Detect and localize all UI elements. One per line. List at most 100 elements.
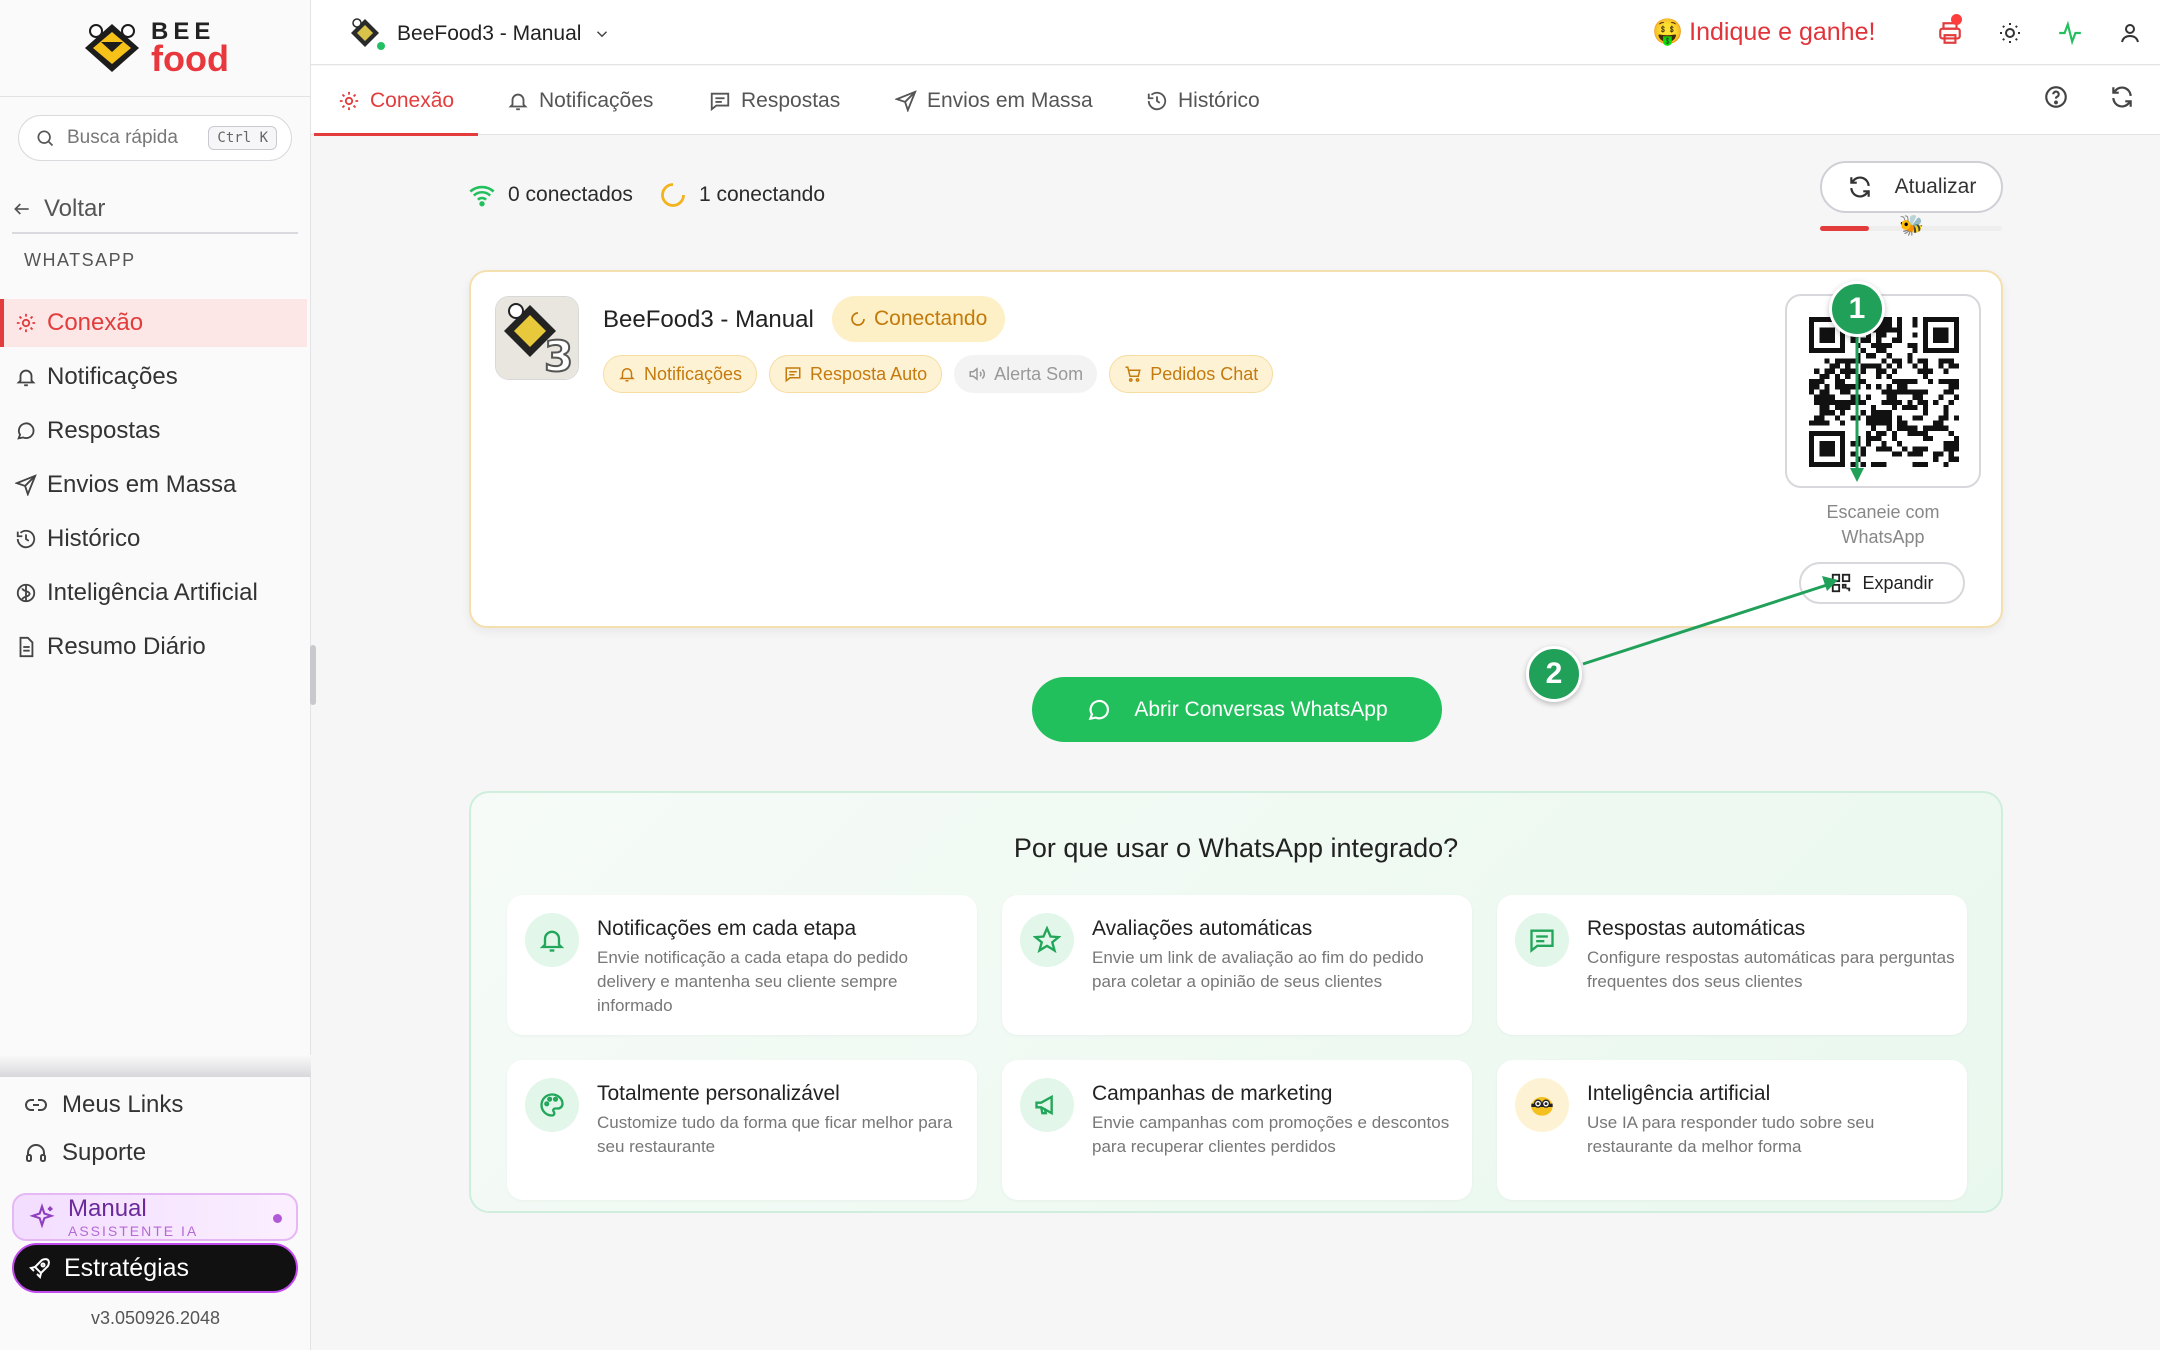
connected-stat: 0 conectados — [468, 181, 633, 209]
progress-fill — [1820, 226, 1870, 231]
connected-count: 0 conectados — [508, 183, 633, 206]
tab-envios-em-massa[interactable]: Envios em Massa — [895, 66, 1093, 135]
refresh-icon — [1849, 176, 1870, 198]
sidebar-item-respostas[interactable]: Respostas — [0, 407, 307, 455]
qr-scan-icon — [1832, 573, 1851, 593]
chip-resposta-auto[interactable]: Resposta Auto — [769, 355, 943, 393]
speaker-icon — [969, 367, 986, 381]
loader-icon — [661, 183, 685, 207]
sidebar-resize-handle[interactable] — [310, 645, 316, 705]
tab-label: Conexão — [370, 88, 455, 112]
qr-caption: Escaneie com WhatsApp — [1795, 500, 1971, 550]
feature-card: Inteligência artificial Use IA para resp… — [1497, 1060, 1967, 1200]
cart-icon — [1125, 366, 1141, 382]
link-label: Meus Links — [62, 1091, 184, 1118]
quick-search[interactable]: Busca rápida Ctrl K — [18, 115, 292, 161]
bee-icon — [1531, 1097, 1553, 1116]
activity-button[interactable] — [2040, 0, 2100, 65]
whatsapp-button-label: Abrir Conversas WhatsApp — [1134, 697, 1388, 721]
chip-pedidos-chat[interactable]: Pedidos Chat — [1109, 355, 1274, 393]
wifi-icon — [469, 185, 495, 207]
sidebar-item-label: Inteligência Artificial — [47, 579, 258, 606]
sidebar-link-suporte[interactable]: Suporte — [24, 1139, 146, 1167]
tab-notificacoes[interactable]: Notificações — [507, 66, 653, 135]
brand-logo[interactable]: BEE food — [0, 0, 310, 97]
whatsapp-icon — [1088, 699, 1110, 720]
rocket-icon — [29, 1258, 50, 1279]
sidebar-item-historico[interactable]: Histórico — [0, 515, 307, 563]
chip-label: Resposta Auto — [810, 363, 928, 384]
strategies-button[interactable]: Estratégias — [12, 1243, 298, 1293]
benefits-panel: Por que usar o WhatsApp integrado? Notif… — [469, 791, 2003, 1213]
feature-card: Notificações em cada etapa Envie notific… — [507, 895, 977, 1035]
help-button[interactable] — [2043, 84, 2069, 110]
printer-button[interactable] — [1920, 0, 1980, 65]
theme-toggle-button[interactable] — [1980, 0, 2040, 65]
sidebar-item-conexao[interactable]: Conexão — [0, 299, 307, 347]
feature-title: Notificações em cada etapa — [597, 917, 857, 940]
annotation-marker-1: 1 — [1829, 281, 1885, 337]
store-name: BeeFood3 - Manual — [397, 22, 582, 45]
tab-label: Respostas — [741, 88, 841, 112]
history-icon — [1147, 91, 1167, 110]
sidebar-item-resumo-diario[interactable]: Resumo Diário — [0, 623, 307, 671]
referral-link[interactable]: 🤑 Indique e ganhe! — [1652, 18, 1875, 47]
feature-icon-wrap — [525, 1078, 579, 1132]
bee-logo-icon — [85, 24, 140, 72]
bell-icon — [16, 369, 36, 387]
sidebar-item-label: Conexão — [47, 309, 144, 336]
chip-label: Pedidos Chat — [1150, 363, 1259, 384]
store-selector[interactable]: BeeFood3 - Manual — [349, 16, 611, 52]
feature-desc: Use IA para responder tudo sobre seu res… — [1587, 1113, 1875, 1156]
sidebar-item-notificacoes[interactable]: Notificações — [0, 353, 307, 401]
tab-bar: Conexão Notificações Respostas Envios em… — [311, 66, 2160, 136]
feature-title: Respostas automáticas — [1587, 917, 1806, 940]
chat-icon — [17, 422, 35, 440]
sidebar-item-inteligencia-artificial[interactable]: Inteligência Artificial — [0, 569, 307, 617]
headset-icon — [26, 1144, 46, 1162]
refresh-icon — [2112, 86, 2132, 108]
back-link[interactable]: Voltar — [12, 186, 298, 234]
brand-line2: food — [151, 37, 229, 79]
assistant-status-dot — [273, 1214, 282, 1223]
bell-icon — [508, 93, 528, 110]
message-square-icon — [710, 92, 730, 111]
sidebar-item-envios-em-massa[interactable]: Envios em Massa — [0, 461, 307, 509]
send-icon — [15, 474, 37, 496]
svg-text:3: 3 — [544, 332, 573, 380]
qr-code[interactable] — [1785, 294, 1981, 488]
tab-respostas[interactable]: Respostas — [709, 66, 840, 135]
search-icon — [37, 130, 54, 147]
qr-caption-line1: Escaneie com — [1826, 502, 1940, 522]
ai-assistant-button[interactable]: Manual ASSISTENTE IA — [12, 1193, 298, 1241]
bell-icon — [539, 930, 565, 952]
feature-card: Avaliações automáticas Envie um link de … — [1002, 895, 1472, 1035]
chip-notificacoes[interactable]: Notificações — [603, 355, 758, 393]
link-icon — [25, 1099, 47, 1111]
money-face-icon: 🤑 — [1652, 18, 1684, 46]
refresh-tab-button[interactable] — [2109, 84, 2135, 110]
feature-icon-wrap — [525, 913, 579, 967]
sidebar-link-meus-links[interactable]: Meus Links — [24, 1091, 183, 1119]
chip-alerta-som[interactable]: Alerta Som — [954, 355, 1098, 393]
gear-icon — [339, 91, 359, 110]
qr-caption-line2: WhatsApp — [1841, 527, 1925, 547]
feature-desc: Customize tudo da forma que ficar melhor… — [597, 1113, 953, 1156]
send-icon — [895, 89, 917, 112]
expand-label: Expandir — [1862, 572, 1934, 593]
feature-title: Avaliações automáticas — [1092, 917, 1313, 940]
user-menu-button[interactable] — [2100, 0, 2160, 65]
tab-historico[interactable]: Histórico — [1146, 66, 1260, 135]
tab-conexao[interactable]: Conexão — [313, 66, 479, 136]
open-whatsapp-button[interactable]: Abrir Conversas WhatsApp — [1032, 677, 1442, 742]
online-dot — [375, 40, 387, 52]
update-button[interactable]: Atualizar — [1820, 161, 2003, 213]
update-label: Atualizar — [1894, 175, 1977, 198]
app-version: v3.050926.2048 — [90, 1308, 221, 1328]
sidebar-item-label: Resumo Diário — [47, 633, 206, 660]
message-square-icon — [785, 367, 801, 383]
qr-finder-pattern — [1922, 317, 1959, 354]
expand-qr-button[interactable]: Expandir — [1799, 562, 1965, 604]
connection-name: BeeFood3 - Manual — [603, 306, 814, 333]
benefits-title: Por que usar o WhatsApp integrado? — [1013, 833, 1459, 863]
